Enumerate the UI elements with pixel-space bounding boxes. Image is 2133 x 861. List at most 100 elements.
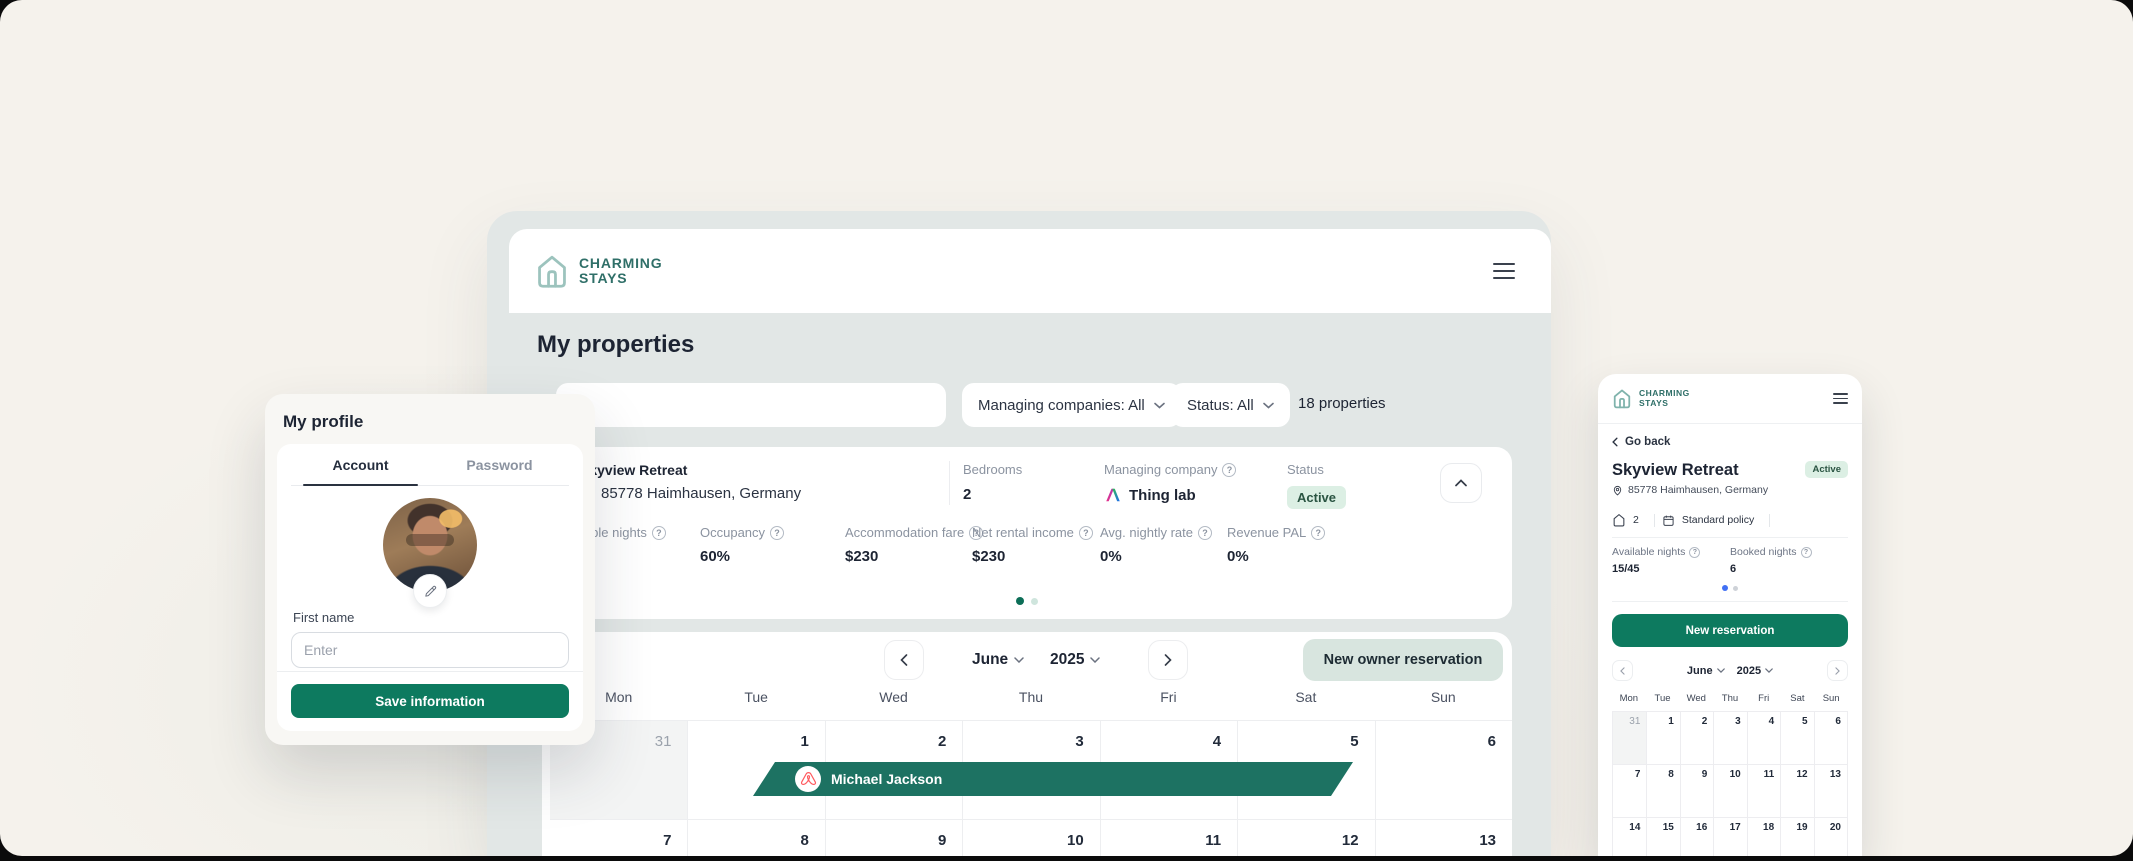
calendar-day-cell[interactable]: 7 — [550, 820, 687, 856]
property-name[interactable]: Skyview Retreat — [580, 462, 687, 478]
new-reservation-button[interactable]: New reservation — [1612, 614, 1848, 647]
calendar-day-cell[interactable]: 15 — [1646, 818, 1679, 856]
calendar-day-cell[interactable]: 14 — [1613, 818, 1646, 856]
stat-avg-nightly-rate: Avg. nightly rate? 0% — [1100, 525, 1212, 565]
calendar-day-cell[interactable]: 2 — [1679, 712, 1713, 764]
managing-companies-dropdown[interactable]: Managing companies: All — [962, 383, 1181, 427]
tab-password[interactable]: Password — [430, 444, 569, 485]
calendar-day-cell[interactable]: 18 — [1746, 818, 1780, 856]
stats-pagination-dots[interactable] — [1612, 585, 1848, 591]
calendar-day-cell[interactable]: 12 — [1237, 820, 1374, 856]
help-icon[interactable]: ? — [770, 525, 785, 540]
desktop-header: CHARMING STAYS — [509, 229, 1551, 313]
calendar-day-cell[interactable]: 11 — [1099, 820, 1237, 856]
calendar-week-row: 7 8 9 10 11 12 13 — [550, 820, 1512, 856]
brand-logo[interactable]: CHARMING STAYS — [1612, 388, 1690, 409]
dot-active[interactable] — [1016, 597, 1024, 605]
calendar-day-cell[interactable]: 6 — [1813, 712, 1847, 764]
calendar-card: June 2025 New owner reservation Mon Tue We… — [542, 632, 1512, 856]
tab-account[interactable]: Account — [291, 444, 430, 486]
calendar-day-cell[interactable]: 9 — [1679, 765, 1713, 817]
calendar-day-cell[interactable]: 5 — [1780, 712, 1813, 764]
calendar-week-row: 14 15 16 17 18 19 20 — [1613, 818, 1847, 856]
edit-avatar-button[interactable] — [413, 574, 447, 608]
collapse-button[interactable] — [1440, 463, 1482, 503]
calendar-day-cell[interactable]: 9 — [824, 820, 962, 856]
screenshot-frame: CHARMING STAYS My properties Managing com… — [0, 0, 2133, 861]
status-dropdown[interactable]: Status: All — [1171, 383, 1290, 427]
airbnb-icon — [795, 766, 821, 792]
mobile-view: CHARMING STAYS Go back Skyview Retreat 8… — [1598, 374, 1862, 856]
year-select[interactable]: 2025 — [1737, 665, 1773, 677]
search-input[interactable] — [556, 383, 946, 427]
help-icon[interactable]: ? — [1311, 525, 1326, 540]
calendar-next-button[interactable] — [1148, 640, 1188, 680]
bedrooms-column: Bedrooms 2 — [963, 462, 1023, 503]
status-column: Status Active — [1287, 462, 1347, 509]
dot-inactive[interactable] — [1031, 597, 1038, 605]
help-icon[interactable]: ? — [1197, 525, 1212, 540]
desktop-window: CHARMING STAYS My properties Managing com… — [487, 211, 1551, 856]
calendar-day-cell[interactable]: 1 — [1646, 712, 1679, 764]
calendar-day-cell[interactable]: 13 — [1374, 820, 1512, 856]
menu-hamburger-icon[interactable] — [1493, 258, 1515, 284]
go-back-link[interactable]: Go back — [1612, 436, 1848, 448]
chevron-left-icon — [900, 654, 908, 666]
month-select[interactable]: June — [1687, 665, 1725, 677]
calendar-day-cell[interactable]: 16 — [1679, 818, 1713, 856]
reservation-bar[interactable]: Michael Jackson — [753, 762, 1353, 796]
help-icon[interactable]: ? — [651, 525, 666, 540]
brand-logo[interactable]: CHARMING STAYS — [535, 253, 662, 289]
calendar-next-button[interactable] — [1826, 660, 1848, 681]
calendar-week-row: 31 1 2 3 4 5 6 — [1613, 712, 1847, 765]
calendar-day-headers: Mon Tue Wed Thu Fri Sat Sun — [605, 689, 1456, 705]
calendar-day-cell[interactable]: 6 — [1374, 721, 1512, 819]
mobile-calendar-nav: June 2025 — [1612, 660, 1848, 681]
policy-label[interactable]: Standard policy — [1682, 514, 1754, 526]
calendar-day-cell[interactable]: 17 — [1713, 818, 1746, 856]
calendar-day-cell[interactable]: 11 — [1746, 765, 1780, 817]
help-icon[interactable]: ? — [1078, 525, 1093, 540]
mobile-body: Go back Skyview Retreat 85778 Haimhausen… — [1598, 424, 1862, 856]
calendar-day-cell[interactable]: 8 — [687, 820, 824, 856]
stats-pagination-dots[interactable] — [542, 597, 1512, 605]
divider — [1769, 513, 1771, 527]
menu-hamburger-icon[interactable] — [1833, 390, 1848, 407]
modal-footer: Save information — [277, 671, 583, 731]
chevron-down-icon — [1090, 657, 1101, 663]
calendar-day-cell[interactable]: 7 — [1613, 765, 1646, 817]
dot-inactive[interactable] — [1733, 585, 1738, 591]
divider — [1612, 601, 1848, 602]
calendar-day-cell[interactable]: 10 — [962, 820, 1099, 856]
first-name-label: First name — [293, 610, 355, 625]
help-icon[interactable]: ? — [1800, 546, 1812, 558]
first-name-field[interactable] — [291, 632, 569, 668]
save-information-button[interactable]: Save information — [291, 684, 569, 718]
calendar-prev-button[interactable] — [884, 640, 924, 680]
property-title-row: Skyview Retreat 85778 Haimhausen, German… — [1612, 461, 1848, 496]
stat-net-rental-income: Net rental income? $230 — [972, 525, 1093, 565]
calendar-day-headers: Mon Tue Wed Thu Fri Sat Sun — [1619, 693, 1840, 704]
calendar-day-cell[interactable]: 19 — [1780, 818, 1813, 856]
help-icon[interactable]: ? — [1222, 462, 1237, 477]
chevron-right-icon — [1164, 654, 1172, 666]
calendar-day-cell[interactable]: 8 — [1646, 765, 1679, 817]
amenities-row: 2 Standard policy — [1612, 513, 1848, 527]
calendar-day-cell[interactable]: 31 — [1613, 712, 1647, 764]
calendar-day-cell[interactable]: 4 — [1746, 712, 1780, 764]
year-select[interactable]: 2025 — [1050, 651, 1101, 669]
calendar-day-cell[interactable]: 10 — [1713, 765, 1746, 817]
calendar-prev-button[interactable] — [1612, 660, 1633, 681]
chevron-down-icon — [1153, 402, 1165, 409]
dot-active[interactable] — [1722, 585, 1728, 591]
calendar-day-cell[interactable]: 20 — [1813, 818, 1847, 856]
page-title: My properties — [537, 331, 695, 358]
calendar-day-cell[interactable]: 12 — [1780, 765, 1813, 817]
calendar-day-cell[interactable]: 13 — [1813, 765, 1847, 817]
help-icon[interactable]: ? — [1689, 546, 1701, 558]
new-owner-reservation-button[interactable]: New owner reservation — [1303, 639, 1503, 681]
month-select[interactable]: June — [972, 651, 1024, 669]
brand-name: CHARMING STAYS — [579, 255, 663, 286]
calendar-day-cell[interactable]: 3 — [1713, 712, 1746, 764]
mobile-header: CHARMING STAYS — [1598, 374, 1862, 424]
